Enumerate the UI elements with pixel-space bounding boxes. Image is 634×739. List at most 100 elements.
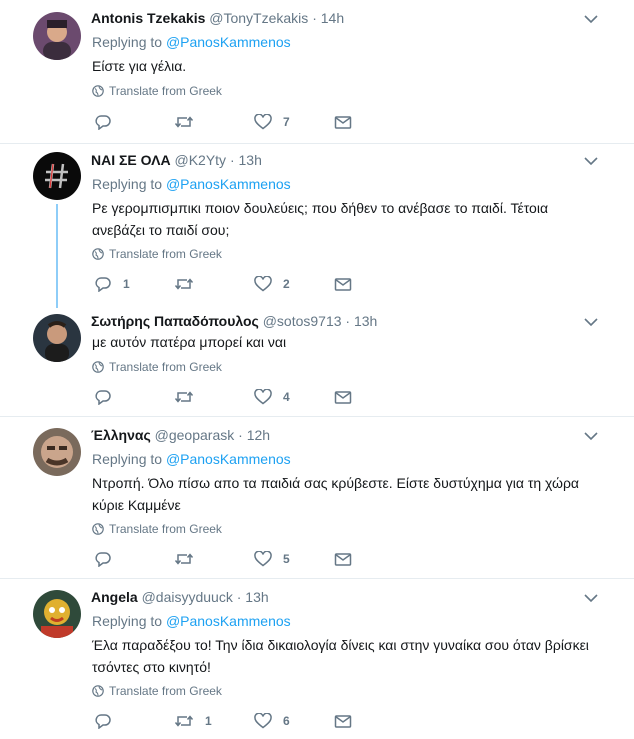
replying-to: Replying to @PanosKammenos [92,451,291,467]
mention-link[interactable]: @PanosKammenos [166,613,291,629]
tweet-text: Ντροπή. Όλο πίσω απο τα παιδιά σας κρύβε… [92,475,579,513]
direct-message-icon [334,715,352,728]
reply-icon [95,714,111,729]
like-count: 5 [283,552,290,566]
like-button[interactable]: 4 [254,387,290,407]
like-button[interactable]: 5 [254,549,290,569]
mention-link[interactable]: @PanosKammenos [166,451,291,467]
tweet-header: Σωτήρης Παπαδόπουλος @sotos9713 · 13h [91,313,378,329]
like-count: 2 [283,277,290,291]
direct-message-button[interactable] [334,387,352,407]
reply-button[interactable] [94,387,123,407]
reply-icon [95,115,111,130]
translate-link[interactable]: Translate from Greek [92,521,222,537]
mention-link[interactable]: @PanosKammenos [166,34,291,50]
author-handle[interactable]: @sotos9713 [263,313,342,329]
chevron-down-icon[interactable] [582,316,600,328]
like-icon [254,551,272,567]
retweet-button[interactable] [174,549,205,569]
tweet-time[interactable]: 13h [354,313,377,329]
author-name[interactable]: Σωτήρης Παπαδόπουλος [91,313,259,329]
author-handle[interactable]: @K2Yty [174,152,226,168]
retweet-button[interactable] [174,387,205,407]
translate-link[interactable]: Translate from Greek [92,246,222,262]
thread-line [56,204,58,308]
chevron-down-icon[interactable] [582,592,600,604]
globe-icon [92,523,104,535]
author-name[interactable]: Angela [91,589,138,605]
tweet-header: Έλληνας @geoparask · 12h [91,427,271,443]
reply-button[interactable] [94,549,123,569]
author-handle[interactable]: @geoparask [155,427,235,443]
like-count: 6 [283,714,290,728]
retweet-button[interactable] [174,112,205,132]
avatar[interactable] [33,152,81,200]
chevron-down-icon[interactable] [582,430,600,442]
translate-link[interactable]: Translate from Greek [92,83,222,99]
reply-button[interactable] [94,711,123,731]
author-name[interactable]: Antonis Tzekakis [91,10,205,26]
replying-to: Replying to @PanosKammenos [92,613,291,629]
tweet-actions: 4 [94,387,364,407]
tweet-text: Ρε γερομπισμπικι ποιον δουλεύεις; που δή… [92,200,549,238]
author-name[interactable]: Έλληνας [91,427,151,443]
reply-icon [95,277,111,292]
avatar[interactable] [33,590,81,638]
tweet-time[interactable]: 12h [247,427,270,443]
reply-button[interactable]: 1 [94,274,130,294]
like-icon [254,114,272,130]
retweet-count: 1 [205,714,212,728]
direct-message-button[interactable] [334,112,352,132]
like-icon [254,713,272,729]
tweet-actions: 7 [94,112,364,132]
tweet-time[interactable]: 13h [239,152,262,168]
retweet-icon [174,391,194,403]
like-button[interactable]: 2 [254,274,290,294]
mention-link[interactable]: @PanosKammenos [166,176,291,192]
translate-link[interactable]: Translate from Greek [92,359,222,375]
tweet-time[interactable]: 14h [321,10,344,26]
tweet-header: ΝΑΙ ΣΕ ΟΛΑ @K2Yty · 13h [91,152,262,168]
author-handle[interactable]: @daisyyduuck [142,589,233,605]
like-button[interactable]: 6 [254,711,290,731]
avatar[interactable] [33,428,81,476]
tweet-time[interactable]: 13h [245,589,268,605]
like-icon [254,389,272,405]
direct-message-button[interactable] [334,549,352,569]
author-handle[interactable]: @TonyTzekakis [209,10,308,26]
divider [0,143,634,144]
chevron-down-icon[interactable] [582,13,600,25]
divider [0,416,634,417]
like-icon [254,276,272,292]
direct-message-icon [334,116,352,129]
globe-icon [92,248,104,260]
like-count: 4 [283,390,290,404]
tweet-header: Antonis Tzekakis @TonyTzekakis · 14h [91,10,345,26]
reply-button[interactable] [94,112,123,132]
replying-to: Replying to @PanosKammenos [92,34,291,50]
avatar[interactable] [33,12,81,60]
avatar[interactable] [33,314,81,362]
tweet-actions: 5 [94,549,364,569]
like-count: 7 [283,115,290,129]
globe-icon [92,85,104,97]
translate-link[interactable]: Translate from Greek [92,683,222,699]
reply-icon [95,552,111,567]
tweet-text: με αυτόν πατέρα μπορεί και ναι [92,334,287,350]
tweet-text: Έλα παραδέξου το! Την ίδια δικαιολογία δ… [92,637,589,675]
retweet-button[interactable]: 1 [174,711,212,731]
retweet-icon [174,553,194,565]
retweet-icon [174,116,194,128]
tweet-actions: 1 6 [94,711,364,731]
tweet-text: Είστε για γέλια. [92,58,187,74]
retweet-button[interactable] [174,274,205,294]
divider [0,578,634,579]
direct-message-button[interactable] [334,711,352,731]
direct-message-icon [334,553,352,566]
like-button[interactable]: 7 [254,112,290,132]
author-name[interactable]: ΝΑΙ ΣΕ ΟΛΑ [91,152,171,168]
chevron-down-icon[interactable] [582,155,600,167]
direct-message-button[interactable] [334,274,352,294]
direct-message-icon [334,278,352,291]
retweet-icon [174,715,194,727]
